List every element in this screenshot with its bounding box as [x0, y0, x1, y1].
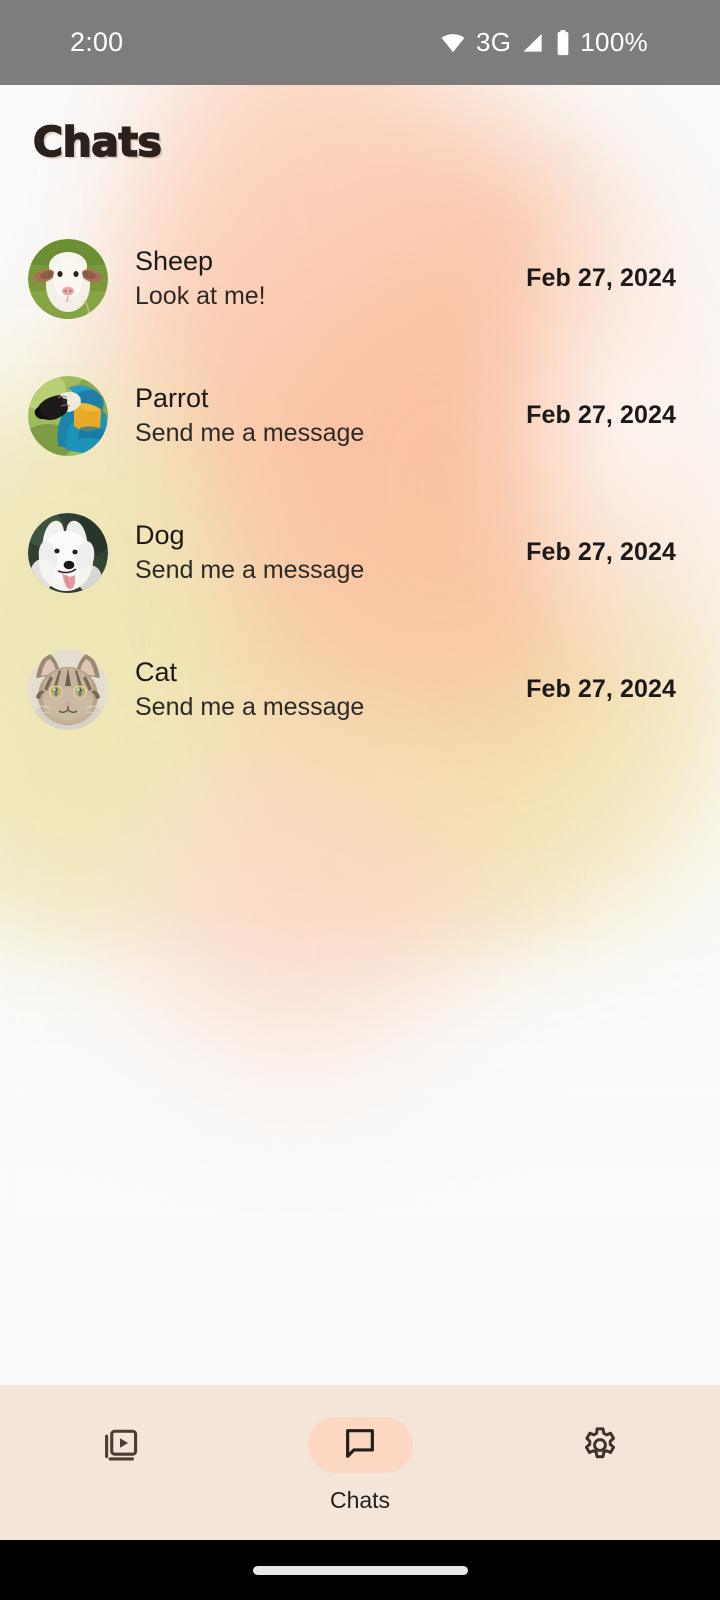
chat-item-date: Feb 27, 2024 [526, 675, 676, 703]
chat-item-name: Sheep [135, 246, 214, 276]
network-type-label: 3G [476, 27, 512, 57]
sheep-avatar [28, 238, 108, 319]
slideshow-icon [68, 1417, 173, 1473]
chat-item-date: Feb 27, 2024 [526, 538, 676, 566]
parrot-avatar [28, 375, 108, 456]
status-bar-indicators: 3G 100% [439, 27, 648, 58]
signal-icon [520, 30, 546, 56]
chat-item-name: Dog [135, 520, 185, 550]
battery-percent-label: 100% [580, 27, 648, 57]
chat-list-item-cat[interactable]: Cat Send me a message Feb 27, 2024 [0, 621, 720, 758]
chat-item-snippet: Look at me! [135, 282, 266, 310]
chat-item-snippet: Send me a message [135, 693, 365, 721]
chat-item-texts: Parrot Send me a message [135, 385, 364, 446]
chat-item-name: Parrot [135, 383, 209, 413]
chat-item-snippet: Send me a message [135, 419, 365, 447]
chat-item-texts: Sheep Look at me! [135, 248, 266, 309]
chat-bubble-icon [341, 1424, 379, 1467]
chat-item-date: Feb 27, 2024 [526, 264, 676, 292]
nav-item-chats[interactable]: Chats [240, 1385, 480, 1540]
chat-item-date: Feb 27, 2024 [526, 401, 676, 429]
bottom-navigation-bar: Chats [0, 1385, 720, 1540]
system-gesture-bar [0, 1540, 720, 1600]
cat-avatar [28, 649, 108, 730]
nav-active-pill [307, 1417, 413, 1473]
phone-screen: 2:00 3G 100% Chats Sheep Look at me! Feb… [0, 0, 720, 1600]
status-bar: 2:00 3G 100% [0, 0, 720, 85]
chat-item-texts: Cat Send me a message [135, 659, 364, 720]
nav-item-settings[interactable] [480, 1385, 720, 1540]
chat-list-item-dog[interactable]: Dog Send me a message Feb 27, 2024 [0, 484, 720, 621]
nav-item-label-chats: Chats [329, 1487, 391, 1513]
page-title: Chats [32, 117, 163, 167]
chat-item-texts: Dog Send me a message [135, 522, 364, 583]
wifi-icon [439, 29, 467, 57]
chat-list-item-parrot[interactable]: Parrot Send me a message Feb 27, 2024 [0, 347, 720, 484]
main-content: Chats Sheep Look at me! Feb 27, 2024 Par… [0, 85, 720, 1385]
chat-list-item-sheep[interactable]: Sheep Look at me! Feb 27, 2024 [0, 210, 720, 347]
chat-list: Sheep Look at me! Feb 27, 2024 Parrot Se… [0, 210, 720, 758]
status-bar-clock: 2:00 [70, 27, 124, 57]
dog-avatar [28, 512, 108, 593]
nav-item-slideshow[interactable] [0, 1385, 240, 1540]
gesture-handle[interactable] [252, 1565, 468, 1575]
battery-icon [555, 29, 571, 57]
chat-item-name: Cat [135, 657, 178, 687]
gear-icon [548, 1417, 653, 1473]
chat-item-snippet: Send me a message [135, 556, 365, 584]
